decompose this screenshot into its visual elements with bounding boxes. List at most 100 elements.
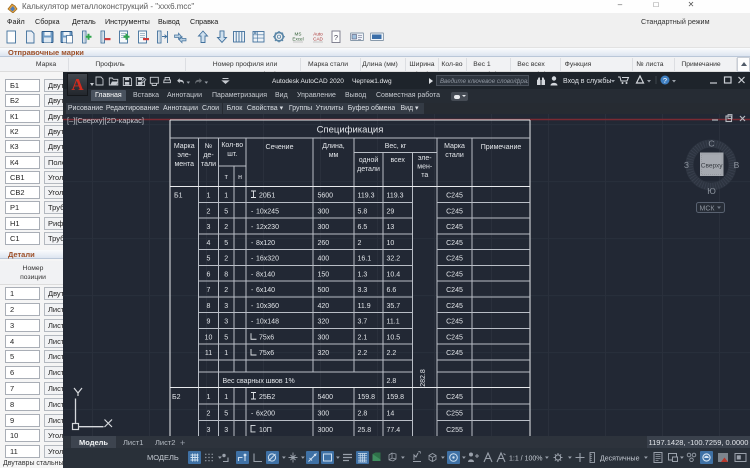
svg-text:всех: всех — [391, 157, 406, 164]
svg-text:5.8: 5.8 — [358, 208, 368, 215]
svg-text:3.3: 3.3 — [358, 287, 368, 294]
svg-text:1: 1 — [207, 394, 211, 401]
svg-text:1:1 / 100%: 1:1 / 100% — [509, 456, 542, 463]
svg-text:8: 8 — [207, 303, 211, 310]
svg-text:2.1: 2.1 — [358, 334, 368, 341]
svg-text:С245: С245 — [446, 319, 463, 326]
svg-text:-: - — [251, 410, 254, 417]
svg-text:С245: С245 — [446, 240, 463, 247]
svg-text:75х6: 75х6 — [259, 350, 274, 357]
svg-text:32.2: 32.2 — [387, 256, 401, 263]
svg-text:8х120: 8х120 — [256, 240, 275, 247]
svg-text:Длина,: Длина, — [322, 143, 344, 150]
svg-text:35.7: 35.7 — [387, 303, 401, 310]
svg-text:300: 300 — [318, 410, 330, 417]
svg-text:2.2: 2.2 — [358, 350, 368, 357]
svg-text:та: та — [421, 172, 428, 179]
svg-text:Ю: Ю — [707, 186, 716, 196]
svg-text:25Б2: 25Б2 — [259, 394, 275, 401]
svg-text:С255: С255 — [446, 427, 463, 434]
svg-text:10х360: 10х360 — [256, 303, 279, 310]
svg-text:-: - — [251, 256, 254, 263]
svg-text:?: ? — [663, 76, 667, 85]
svg-text:Марка: Марка — [444, 143, 465, 150]
svg-text:2: 2 — [224, 287, 228, 294]
svg-text:8х140: 8х140 — [256, 271, 275, 278]
svg-text:10: 10 — [387, 240, 395, 247]
svg-text:16.1: 16.1 — [358, 256, 372, 263]
svg-text:3: 3 — [224, 303, 228, 310]
svg-text:11.9: 11.9 — [358, 303, 371, 310]
svg-text:3.7: 3.7 — [358, 319, 368, 326]
svg-text:мента: мента — [174, 161, 194, 168]
svg-text:тали: тали — [201, 161, 216, 168]
svg-text:-: - — [251, 319, 254, 326]
svg-text:282.8: 282.8 — [420, 369, 427, 387]
svg-text:159.8: 159.8 — [387, 394, 405, 401]
svg-text:Марка: Марка — [174, 143, 195, 150]
svg-text:6х200: 6х200 — [256, 410, 275, 417]
svg-text:С245: С245 — [446, 334, 463, 341]
svg-text:Примечание: Примечание — [481, 144, 522, 151]
svg-text:29: 29 — [387, 208, 395, 215]
svg-text:С245: С245 — [446, 193, 463, 200]
svg-text:11: 11 — [205, 350, 212, 357]
svg-text:8: 8 — [224, 271, 228, 278]
svg-text:5400: 5400 — [318, 394, 334, 401]
svg-text:119.3: 119.3 — [387, 193, 404, 200]
svg-text:13: 13 — [387, 224, 395, 231]
svg-text:1: 1 — [224, 193, 228, 200]
svg-text:3: 3 — [224, 319, 228, 326]
svg-text:3: 3 — [207, 427, 211, 434]
svg-text:5: 5 — [224, 240, 228, 247]
svg-text:6х140: 6х140 — [256, 287, 275, 294]
svg-text:CAD: CAD — [313, 36, 323, 41]
svg-text:10.5: 10.5 — [387, 334, 401, 341]
svg-text:МСК: МСК — [700, 206, 716, 213]
svg-text:6.5: 6.5 — [358, 224, 368, 231]
svg-text:159.8: 159.8 — [358, 394, 376, 401]
svg-text:стали: стали — [445, 152, 464, 159]
svg-text:-: - — [251, 240, 254, 247]
svg-text:2: 2 — [358, 240, 362, 247]
svg-text:1.3: 1.3 — [358, 271, 368, 278]
svg-text:одной: одной — [359, 156, 379, 164]
svg-text:Сверху: Сверху — [701, 162, 723, 169]
svg-text:10.4: 10.4 — [387, 271, 401, 278]
svg-text:Спецификация: Спецификация — [317, 125, 384, 136]
svg-text:Сечение: Сечение — [266, 144, 294, 151]
svg-text:2: 2 — [207, 410, 211, 417]
svg-text:2: 2 — [224, 256, 228, 263]
svg-text:7: 7 — [207, 287, 211, 294]
svg-text:320: 320 — [318, 350, 330, 357]
svg-text:С245: С245 — [446, 350, 463, 357]
svg-text:С: С — [708, 139, 714, 149]
svg-text:Excel: Excel — [292, 36, 303, 41]
svg-text:-: - — [251, 271, 254, 278]
svg-text:эле-: эле- — [177, 152, 191, 159]
svg-text:11.1: 11.1 — [387, 319, 400, 326]
svg-text:3000: 3000 — [318, 427, 334, 434]
svg-text:С245: С245 — [446, 303, 463, 310]
svg-text:5: 5 — [224, 208, 228, 215]
svg-text:З: З — [684, 160, 689, 170]
svg-text:5: 5 — [224, 410, 228, 417]
svg-text:эле-: эле- — [418, 155, 432, 162]
svg-text:Десятичные: Десятичные — [600, 456, 640, 463]
svg-text:-: - — [251, 287, 254, 294]
svg-text:3: 3 — [224, 427, 228, 434]
svg-text:420: 420 — [318, 303, 330, 310]
svg-text:Б1: Б1 — [174, 193, 183, 200]
svg-text:№: № — [205, 143, 213, 150]
svg-text:6.6: 6.6 — [387, 287, 397, 294]
svg-text:2: 2 — [207, 208, 211, 215]
svg-text:10П: 10П — [259, 427, 272, 434]
svg-text:-: - — [251, 303, 254, 310]
svg-text:Вход в службы: Вход в службы — [563, 77, 611, 85]
svg-text:300: 300 — [318, 224, 330, 231]
svg-text:10х245: 10х245 — [256, 208, 279, 215]
svg-text:150: 150 — [318, 271, 330, 278]
svg-text:-: - — [251, 208, 254, 215]
svg-text:500: 500 — [318, 287, 330, 294]
svg-text:С245: С245 — [446, 256, 463, 263]
